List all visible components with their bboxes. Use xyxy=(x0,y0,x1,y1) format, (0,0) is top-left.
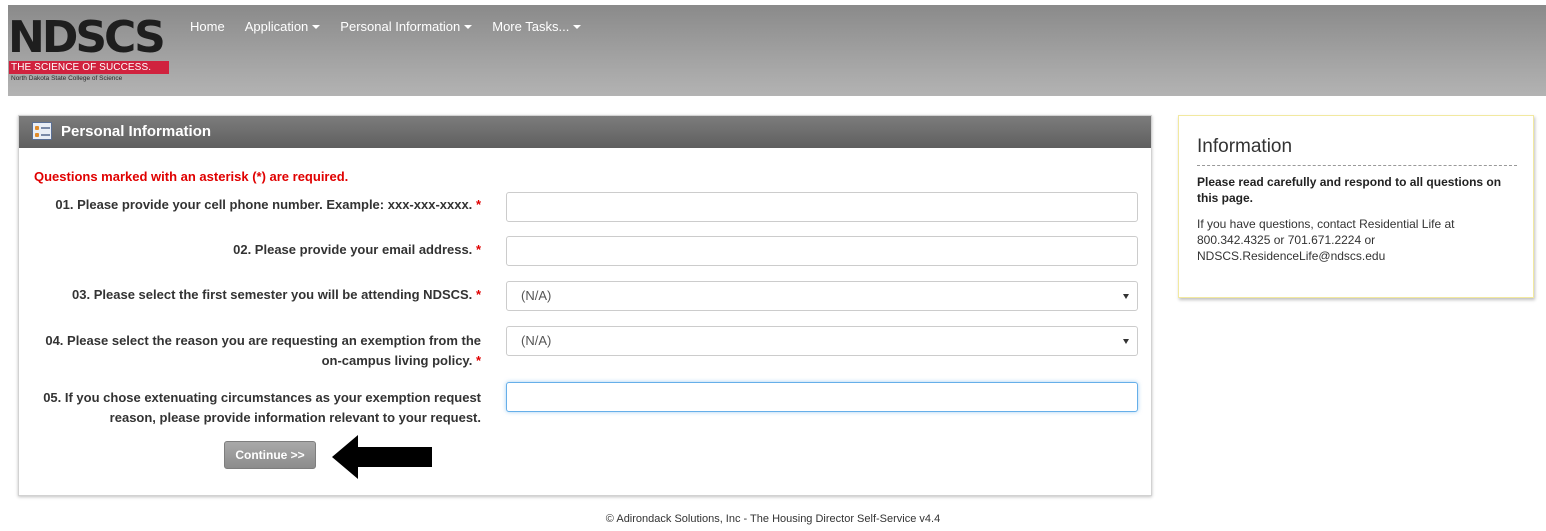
required-note: Questions marked with an asterisk (*) ar… xyxy=(34,169,349,184)
logo-subtitle: North Dakota State College of Science xyxy=(11,75,123,82)
selected-value: (N/A) xyxy=(521,288,552,303)
form-list-icon xyxy=(32,122,52,140)
required-asterisk: * xyxy=(475,197,481,212)
info-contact: If you have questions, contact Residenti… xyxy=(1197,217,1455,263)
required-asterisk: * xyxy=(475,287,481,302)
caret-down-icon xyxy=(312,25,321,29)
caret-down-icon xyxy=(464,25,473,29)
required-asterisk: * xyxy=(475,353,481,368)
continue-button[interactable]: Continue >> xyxy=(224,441,316,469)
info-title: Information xyxy=(1197,136,1517,166)
main-nav: Home Application Personal Information Mo… xyxy=(190,16,601,46)
logo-wordmark: NDSCS xyxy=(8,12,166,63)
panel-title: Personal Information xyxy=(61,123,212,140)
question-1-label: 01. Please provide your cell phone numbe… xyxy=(55,197,481,212)
left-arrow-icon xyxy=(332,435,432,479)
logo-tagline: THE SCIENCE OF SUCCESS. xyxy=(9,61,169,74)
chevron-down-icon xyxy=(1123,339,1129,344)
question-5-label: 05. If you chose extenuating circumstanc… xyxy=(43,390,481,425)
nav-personal-information[interactable]: Personal Information xyxy=(340,16,473,46)
nav-more-tasks[interactable]: More Tasks... xyxy=(492,16,582,46)
first-semester-select[interactable]: (N/A) xyxy=(506,281,1138,311)
nav-home[interactable]: Home xyxy=(190,16,225,46)
caret-down-icon xyxy=(573,25,582,29)
panel-header: Personal Information xyxy=(19,116,1151,148)
extenuating-circumstances-input[interactable] xyxy=(506,382,1138,412)
personal-information-panel: Personal Information Questions marked wi… xyxy=(18,115,1152,496)
cell-phone-input[interactable] xyxy=(506,192,1138,222)
exemption-reason-select[interactable]: (N/A) xyxy=(506,326,1138,356)
info-instruction: Please read carefully and respond to all… xyxy=(1197,175,1502,205)
question-3-label: 03. Please select the first semester you… xyxy=(72,287,481,302)
question-2-label: 02. Please provide your email address. * xyxy=(233,242,481,257)
required-asterisk: * xyxy=(475,242,481,257)
ndscs-logo[interactable]: NDSCS THE SCIENCE OF SUCCESS. North Dako… xyxy=(8,11,180,91)
nav-application[interactable]: Application xyxy=(245,16,321,46)
footer-copyright: © Adirondack Solutions, Inc - The Housin… xyxy=(605,513,941,525)
email-input[interactable] xyxy=(506,236,1138,266)
information-box: Information Please read carefully and re… xyxy=(1178,115,1534,298)
question-4-label: 04. Please select the reason you are req… xyxy=(45,333,481,368)
selected-value: (N/A) xyxy=(521,333,552,348)
top-navbar: NDSCS THE SCIENCE OF SUCCESS. North Dako… xyxy=(8,5,1546,96)
chevron-down-icon xyxy=(1123,294,1129,299)
